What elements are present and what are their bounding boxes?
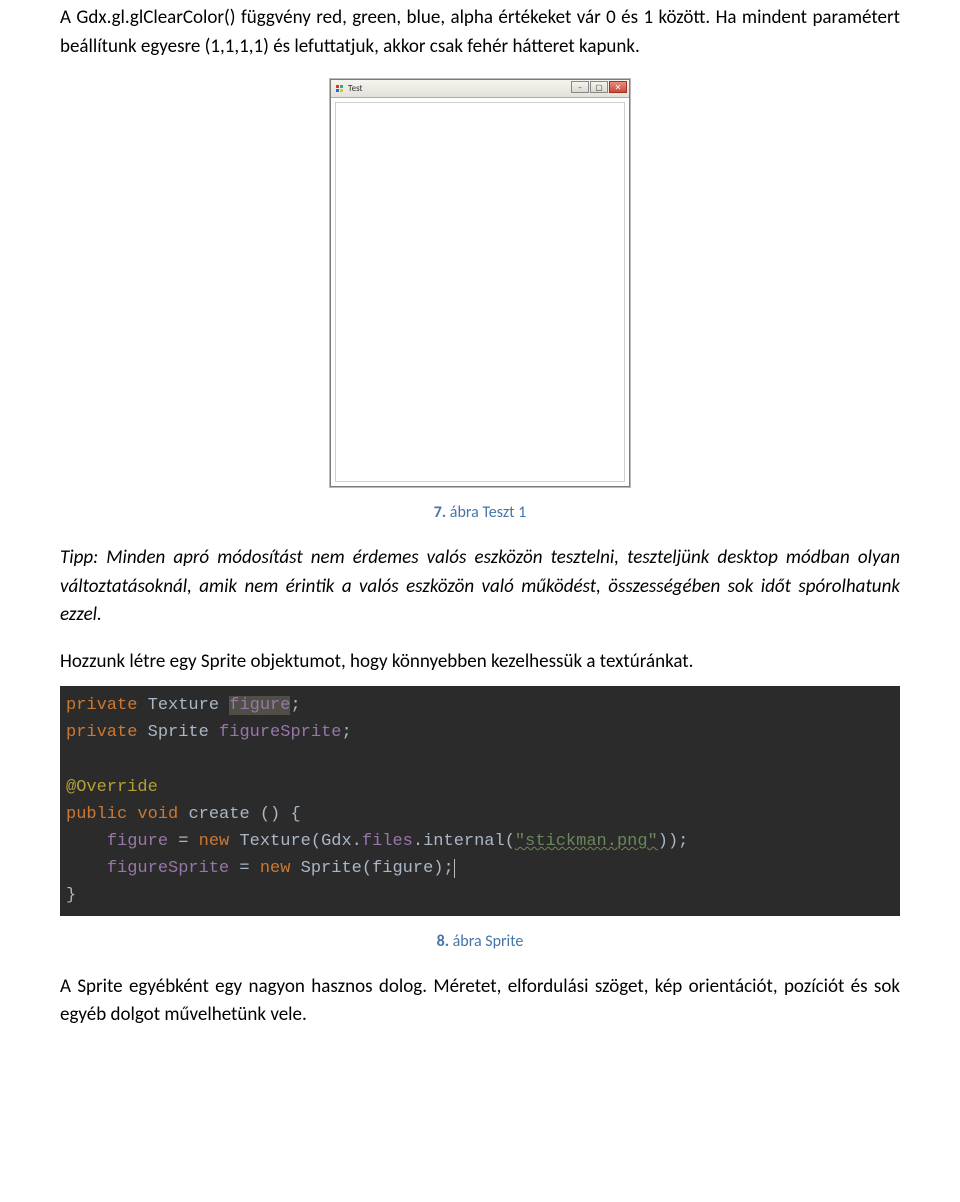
caption-2-text: ábra Sprite [449,932,523,951]
code-token: public [66,805,127,824]
code-token: = [168,832,199,851]
code-token: create [188,805,249,824]
code-token: @Override [66,778,158,797]
sprite-intro-paragraph: Hozzunk létre egy Sprite objektumot, hog… [60,648,900,677]
code-token: files [362,832,413,851]
code-token: figureSprite [107,859,229,878]
code-token: "stickman.png" [515,832,658,851]
code-token: Sprite(figure); [290,859,453,878]
outro-paragraph: A Sprite egyébként egy nagyon hasznos do… [60,973,900,1030]
code-token: .internal( [413,832,515,851]
code-token: private [66,723,137,742]
code-token: Sprite [148,723,209,742]
window-content-area [335,102,625,482]
window-title: Test [348,83,363,94]
intro-paragraph: A Gdx.gl.glClearColor() függvény red, gr… [60,4,900,61]
figure-caption-2: 8. ábra Sprite [60,932,900,951]
code-token: () { [260,805,301,824]
caption-1-number: 7. [434,503,446,522]
code-token: figure [229,696,290,715]
window-titlebar: Test – ▢ ✕ [331,80,629,98]
code-token: Texture(Gdx. [229,832,362,851]
code-token: ; [290,696,300,715]
minimize-button[interactable]: – [571,81,589,93]
code-token: } [66,886,76,905]
caption-1-text: ábra Teszt 1 [446,503,526,522]
code-token: new [199,832,230,851]
code-screenshot: private Texture figure; private Sprite f… [60,686,900,916]
code-token: new [260,859,291,878]
code-token: Texture [148,696,219,715]
code-token: = [229,859,260,878]
code-token: figure [107,832,168,851]
code-token: private [66,696,137,715]
tip-paragraph: Tipp: Minden apró módosítást nem érdemes… [60,544,900,630]
code-token: ; [341,723,351,742]
caption-2-number: 8. [437,932,449,951]
figure-test-window: Test – ▢ ✕ [330,79,630,487]
text-cursor-icon [454,859,455,878]
app-icon [335,84,345,94]
code-token: figureSprite [219,723,341,742]
code-token: )); [658,832,689,851]
close-button[interactable]: ✕ [609,81,627,93]
figure-caption-1: 7. ábra Teszt 1 [60,503,900,522]
code-token [66,832,107,851]
code-token [66,859,107,878]
maximize-button[interactable]: ▢ [590,81,608,93]
code-token: void [137,805,178,824]
window-buttons: – ▢ ✕ [571,81,627,93]
